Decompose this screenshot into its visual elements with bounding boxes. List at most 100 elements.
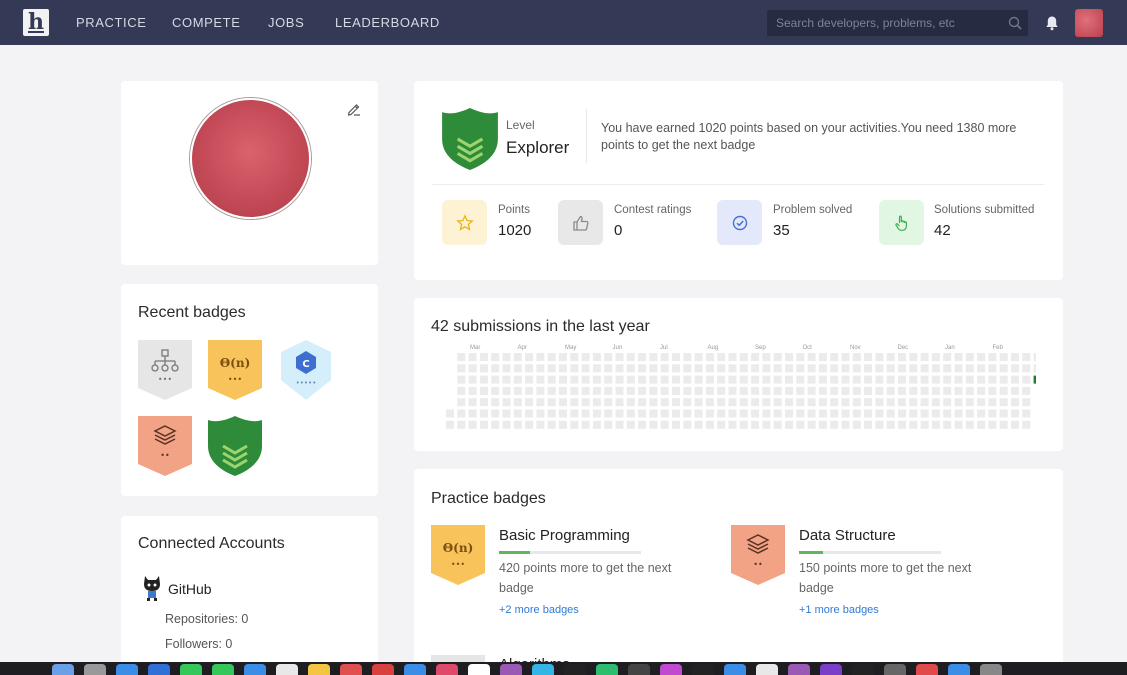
heatmap-day[interactable] bbox=[886, 398, 895, 407]
heatmap-day[interactable] bbox=[536, 375, 545, 384]
heatmap-day[interactable] bbox=[536, 409, 545, 418]
heatmap-day[interactable] bbox=[728, 375, 737, 384]
heatmap-day[interactable] bbox=[818, 386, 827, 395]
heatmap-day[interactable] bbox=[547, 364, 556, 373]
heatmap-day[interactable] bbox=[830, 364, 839, 373]
heatmap-day[interactable] bbox=[898, 375, 906, 384]
heatmap-day[interactable] bbox=[931, 409, 940, 418]
heatmap-day[interactable] bbox=[479, 420, 488, 429]
hackerearth-logo[interactable]: h bbox=[23, 9, 49, 36]
heatmap-day[interactable] bbox=[841, 353, 850, 361]
heatmap-day[interactable] bbox=[977, 364, 986, 373]
heatmap-day[interactable] bbox=[751, 420, 760, 429]
heatmap-day[interactable] bbox=[525, 398, 534, 407]
heatmap-day[interactable] bbox=[728, 409, 737, 418]
heatmap-day[interactable] bbox=[751, 409, 760, 418]
heatmap-day[interactable] bbox=[525, 409, 534, 418]
heatmap-day[interactable] bbox=[638, 409, 647, 418]
heatmap-day[interactable] bbox=[468, 386, 477, 395]
heatmap-day[interactable] bbox=[660, 398, 669, 407]
heatmap-day[interactable] bbox=[672, 386, 680, 395]
heatmap-day[interactable] bbox=[898, 364, 906, 373]
heatmap-day[interactable] bbox=[943, 420, 952, 429]
heatmap-day[interactable] bbox=[818, 375, 827, 384]
heatmap-day[interactable] bbox=[785, 398, 793, 407]
dock-app-icon[interactable] bbox=[692, 664, 714, 675]
heatmap-day[interactable] bbox=[875, 353, 884, 361]
heatmap-day[interactable] bbox=[830, 398, 839, 407]
heatmap-day[interactable] bbox=[739, 364, 748, 373]
dock-app-icon[interactable] bbox=[852, 664, 874, 675]
heatmap-day[interactable] bbox=[649, 398, 658, 407]
heatmap-day[interactable] bbox=[762, 353, 771, 361]
heatmap-day[interactable] bbox=[886, 353, 895, 361]
user-avatar[interactable] bbox=[1075, 9, 1103, 37]
heatmap-day[interactable] bbox=[728, 386, 737, 395]
heatmap-day[interactable] bbox=[909, 409, 918, 418]
heatmap-day[interactable] bbox=[977, 398, 986, 407]
heatmap-day[interactable] bbox=[943, 353, 952, 361]
notification-bell-icon[interactable] bbox=[1045, 15, 1059, 31]
heatmap-day[interactable] bbox=[818, 420, 827, 429]
heatmap-day[interactable] bbox=[785, 353, 793, 361]
heatmap-day[interactable] bbox=[615, 364, 624, 373]
dock-app-icon[interactable] bbox=[500, 664, 522, 675]
dock-app-icon[interactable] bbox=[820, 664, 842, 675]
heatmap-day[interactable] bbox=[1033, 353, 1036, 361]
heatmap-day[interactable] bbox=[581, 420, 590, 429]
heatmap-day[interactable] bbox=[638, 386, 647, 395]
recent-badge-layers[interactable]: •• bbox=[138, 416, 192, 476]
dock-app-icon[interactable] bbox=[564, 664, 586, 675]
heatmap-day[interactable] bbox=[626, 364, 635, 373]
heatmap-day[interactable] bbox=[988, 386, 997, 395]
heatmap-day[interactable] bbox=[841, 398, 850, 407]
heatmap-day[interactable] bbox=[547, 353, 556, 361]
heatmap-day[interactable] bbox=[954, 409, 963, 418]
heatmap-day[interactable] bbox=[660, 409, 669, 418]
heatmap-day[interactable] bbox=[864, 386, 873, 395]
heatmap-day[interactable] bbox=[525, 375, 534, 384]
heatmap-day[interactable] bbox=[502, 409, 511, 418]
heatmap-day[interactable] bbox=[830, 353, 839, 361]
heatmap-day[interactable] bbox=[502, 375, 511, 384]
heatmap-day[interactable] bbox=[751, 375, 760, 384]
heatmap-day[interactable] bbox=[864, 364, 873, 373]
heatmap-day[interactable] bbox=[649, 375, 658, 384]
heatmap-day[interactable] bbox=[943, 386, 952, 395]
heatmap-day[interactable] bbox=[694, 420, 703, 429]
dock-app-icon[interactable] bbox=[116, 664, 138, 675]
heatmap-day[interactable] bbox=[547, 386, 556, 395]
heatmap-day[interactable] bbox=[728, 420, 737, 429]
heatmap-day[interactable] bbox=[875, 375, 884, 384]
heatmap-day[interactable] bbox=[502, 353, 511, 361]
heatmap-day[interactable] bbox=[728, 364, 737, 373]
dock-app-icon[interactable] bbox=[724, 664, 746, 675]
heatmap-day[interactable] bbox=[672, 409, 680, 418]
heatmap-day[interactable] bbox=[660, 364, 669, 373]
heatmap-day[interactable] bbox=[739, 386, 748, 395]
heatmap-day[interactable] bbox=[999, 364, 1008, 373]
heatmap-day[interactable] bbox=[683, 398, 692, 407]
heatmap-day[interactable] bbox=[559, 409, 567, 418]
heatmap-day[interactable] bbox=[785, 364, 793, 373]
dock-app-icon[interactable] bbox=[756, 664, 778, 675]
heatmap-day[interactable] bbox=[965, 398, 974, 407]
heatmap-day[interactable] bbox=[954, 375, 963, 384]
heatmap-day[interactable] bbox=[773, 409, 782, 418]
heatmap-day[interactable] bbox=[446, 409, 454, 418]
heatmap-day[interactable] bbox=[943, 364, 952, 373]
heatmap-day[interactable] bbox=[649, 420, 658, 429]
heatmap-day[interactable] bbox=[965, 353, 974, 361]
heatmap-day[interactable] bbox=[559, 420, 567, 429]
heatmap-day[interactable] bbox=[491, 364, 500, 373]
heatmap-day[interactable] bbox=[807, 386, 816, 395]
heatmap-day[interactable] bbox=[864, 375, 873, 384]
heatmap-day[interactable] bbox=[785, 386, 793, 395]
heatmap-day[interactable] bbox=[920, 353, 929, 361]
dock-app-icon[interactable] bbox=[212, 664, 234, 675]
heatmap-day[interactable] bbox=[898, 409, 906, 418]
heatmap-day[interactable] bbox=[954, 386, 963, 395]
heatmap-day[interactable] bbox=[1011, 375, 1019, 384]
heatmap-day[interactable] bbox=[536, 420, 545, 429]
basic-programming-name[interactable]: Basic Programming bbox=[499, 527, 630, 544]
